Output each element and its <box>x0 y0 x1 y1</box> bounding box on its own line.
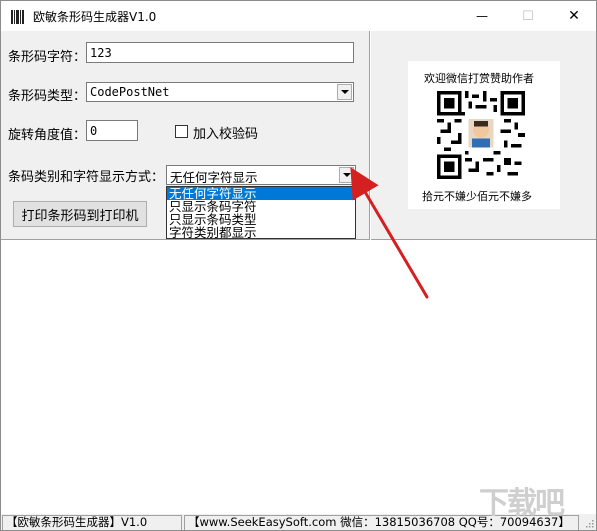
window-title: 欧敏条形码生成器V1.0 <box>33 10 157 24</box>
rotation-input[interactable]: 0 <box>86 120 138 141</box>
barcode-type-label: 条形码类型： <box>8 89 87 104</box>
app-window: 欧敏条形码生成器V1.0 — ☐ ✕ 条形码字符： 123 条形码类型： Cod… <box>0 0 597 531</box>
qr-caption-top: 欢迎微信打赏赞助作者 <box>424 72 534 85</box>
dropdown-option[interactable]: 字符类别都显示 <box>167 226 355 239</box>
checksum-checkbox[interactable] <box>175 125 188 138</box>
status-app-name: 【欧敏条形码生成器】V1.0 <box>2 515 182 530</box>
display-mode-value: 无任何字符显示 <box>170 170 258 185</box>
minimize-icon: — <box>476 9 488 23</box>
barcode-type-value: CodePostNet <box>90 85 170 99</box>
barcode-type-select[interactable]: CodePostNet <box>86 82 354 102</box>
title-bar[interactable]: 欧敏条形码生成器V1.0 — ☐ ✕ <box>1 1 596 31</box>
barcode-text-label: 条形码字符： <box>8 50 87 65</box>
chevron-down-icon[interactable] <box>339 167 354 183</box>
maximize-button[interactable]: ☐ <box>505 1 551 31</box>
display-mode-select[interactable]: 无任何字符显示 <box>166 165 356 185</box>
resize-grip-icon[interactable] <box>584 518 594 528</box>
qr-code-image <box>437 91 525 179</box>
qr-caption-bottom: 拾元不嫌少佰元不嫌多 <box>422 190 532 203</box>
close-button[interactable]: ✕ <box>551 1 597 31</box>
print-button[interactable]: 打印条形码到打印机 <box>13 201 147 227</box>
rotation-label: 旋转角度值： <box>8 128 87 143</box>
maximize-icon: ☐ <box>522 8 534 24</box>
display-mode-dropdown[interactable]: 无任何字符显示 只显示条码字符 只显示条码类型 字符类别都显示 <box>166 186 356 239</box>
site-watermark: 下载吧 <box>479 486 565 521</box>
checksum-label[interactable]: 加入校验码 <box>193 123 258 142</box>
display-mode-label: 条码类别和字符显示方式： <box>8 170 165 185</box>
barcode-text-input[interactable]: 123 <box>86 42 354 63</box>
minimize-button[interactable]: — <box>459 1 505 31</box>
barcode-icon <box>11 10 24 24</box>
close-icon: ✕ <box>568 8 580 24</box>
chevron-down-icon[interactable] <box>337 84 352 100</box>
